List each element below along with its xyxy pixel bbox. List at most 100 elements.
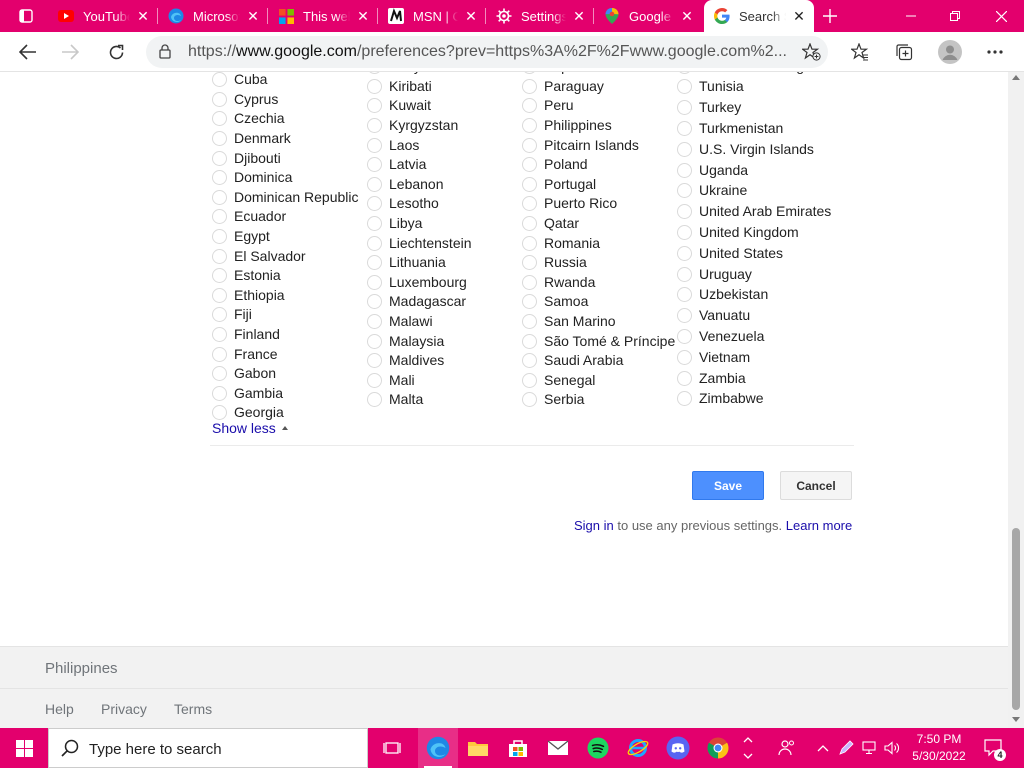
region-option[interactable]: Madagascar — [367, 292, 522, 312]
tab-this-website[interactable]: This website ✕ — [268, 0, 378, 32]
tab-microsoft[interactable]: Microsoft ✕ — [158, 0, 268, 32]
region-option[interactable]: San Marino — [522, 312, 677, 332]
region-option[interactable]: São Tomé & Príncipe — [522, 331, 677, 351]
address-bar[interactable]: https://www.google.com/preferences?prev=… — [146, 36, 828, 68]
radio-button[interactable] — [367, 98, 382, 114]
discord-button[interactable] — [658, 728, 698, 768]
radio-button[interactable] — [677, 308, 692, 324]
region-option[interactable]: Romania — [522, 233, 677, 253]
region-option[interactable]: Luxembourg — [367, 273, 522, 293]
radio-button[interactable] — [367, 72, 382, 75]
scroll-up-icon[interactable] — [1012, 75, 1020, 80]
radio-button[interactable] — [677, 121, 692, 137]
region-option[interactable]: Estonia — [212, 266, 367, 286]
region-option[interactable]: Libya — [367, 214, 522, 234]
radio-button[interactable] — [522, 157, 537, 173]
close-icon[interactable]: ✕ — [464, 9, 478, 23]
taskbar-search-box[interactable]: Type here to search — [48, 728, 368, 768]
region-option[interactable]: Maldives — [367, 351, 522, 371]
radio-button[interactable] — [367, 137, 382, 153]
tab-search-settings[interactable]: Search Settings ✕ — [704, 0, 814, 32]
radio-button[interactable] — [367, 157, 382, 173]
terms-link[interactable]: Terms — [174, 701, 212, 717]
action-center-button[interactable]: 4 — [982, 728, 1006, 768]
radio-button[interactable] — [367, 78, 382, 94]
region-option[interactable]: Turkey — [677, 97, 832, 118]
radio-button[interactable] — [522, 216, 537, 232]
region-option[interactable]: United Kingdom — [677, 222, 832, 243]
radio-button[interactable] — [212, 385, 227, 401]
scroll-down-icon[interactable] — [1012, 717, 1020, 722]
radio-button[interactable] — [212, 327, 227, 343]
cancel-button[interactable]: Cancel — [780, 471, 852, 500]
radio-button[interactable] — [677, 183, 692, 199]
region-option[interactable]: Philippines — [522, 116, 677, 136]
close-icon[interactable]: ✕ — [136, 9, 150, 23]
radio-button[interactable] — [522, 274, 537, 290]
vertical-scrollbar[interactable] — [1008, 72, 1024, 728]
region-option[interactable]: Dominica — [212, 168, 367, 188]
show-less-link[interactable]: Show less — [212, 420, 288, 436]
network-button[interactable] — [860, 728, 880, 768]
radio-button[interactable] — [212, 111, 227, 127]
region-option[interactable]: Tunisia — [677, 77, 832, 98]
region-option[interactable]: U.S. Virgin Islands — [677, 139, 832, 160]
region-option[interactable]: Senegal — [522, 371, 677, 391]
radio-button[interactable] — [522, 176, 537, 192]
radio-button[interactable] — [677, 162, 692, 178]
region-option[interactable]: Laos — [367, 135, 522, 155]
region-option[interactable]: El Salvador — [212, 246, 367, 266]
region-option[interactable]: Venezuela — [677, 326, 832, 347]
profile-button[interactable] — [934, 36, 966, 68]
forward-button[interactable] — [54, 36, 86, 68]
radio-button[interactable] — [212, 91, 227, 107]
radio-button[interactable] — [367, 314, 382, 330]
radio-button[interactable] — [367, 235, 382, 251]
internet-explorer-button[interactable] — [618, 728, 658, 768]
region-option[interactable]: Vietnam — [677, 347, 832, 368]
radio-button[interactable] — [677, 79, 692, 95]
region-option[interactable]: Saudi Arabia — [522, 351, 677, 371]
radio-button[interactable] — [212, 248, 227, 264]
region-option[interactable]: Samoa — [522, 292, 677, 312]
region-option[interactable]: Kuwait — [367, 96, 522, 116]
region-option[interactable]: Turkmenistan — [677, 118, 832, 139]
radio-button[interactable] — [522, 72, 537, 75]
region-option[interactable]: Lesotho — [367, 194, 522, 214]
radio-button[interactable] — [522, 78, 537, 94]
show-hidden-icons-button[interactable] — [814, 728, 832, 768]
radio-button[interactable] — [677, 370, 692, 386]
close-icon[interactable]: ✕ — [246, 9, 260, 23]
region-option[interactable]: Ecuador — [212, 207, 367, 227]
radio-button[interactable] — [367, 353, 382, 369]
region-option[interactable]: Gabon — [212, 364, 367, 384]
favorites-button[interactable] — [844, 36, 876, 68]
radio-button[interactable] — [367, 333, 382, 349]
mail-button[interactable] — [538, 728, 578, 768]
radio-button[interactable] — [677, 245, 692, 261]
region-option[interactable]: Uganda — [677, 160, 832, 181]
radio-button[interactable] — [522, 137, 537, 153]
scrollbar-thumb[interactable] — [1012, 528, 1020, 710]
radio-button[interactable] — [522, 353, 537, 369]
region-option[interactable]: Lebanon — [367, 175, 522, 195]
radio-button[interactable] — [212, 229, 227, 245]
region-option[interactable]: Russia — [522, 253, 677, 273]
radio-button[interactable] — [367, 372, 382, 388]
sign-in-link[interactable]: Sign in — [574, 518, 614, 533]
collections-button[interactable] — [888, 36, 920, 68]
region-option[interactable]: Kiribati — [367, 77, 522, 97]
radio-button[interactable] — [367, 196, 382, 212]
region-option[interactable]: Portugal — [522, 175, 677, 195]
region-option[interactable]: Liechtenstein — [367, 233, 522, 253]
radio-button[interactable] — [212, 209, 227, 225]
radio-button[interactable] — [212, 307, 227, 323]
back-button[interactable] — [12, 36, 44, 68]
radio-button[interactable] — [677, 72, 692, 75]
region-option[interactable]: Zambia — [677, 368, 832, 389]
region-option[interactable]: Pitcairn Islands — [522, 135, 677, 155]
tab-youtube[interactable]: YouTube ✕ — [48, 0, 158, 32]
taskbar-scroll[interactable] — [740, 728, 756, 768]
region-option[interactable]: Kyrgyzstan — [367, 116, 522, 136]
region-option[interactable]: Fiji — [212, 305, 367, 325]
